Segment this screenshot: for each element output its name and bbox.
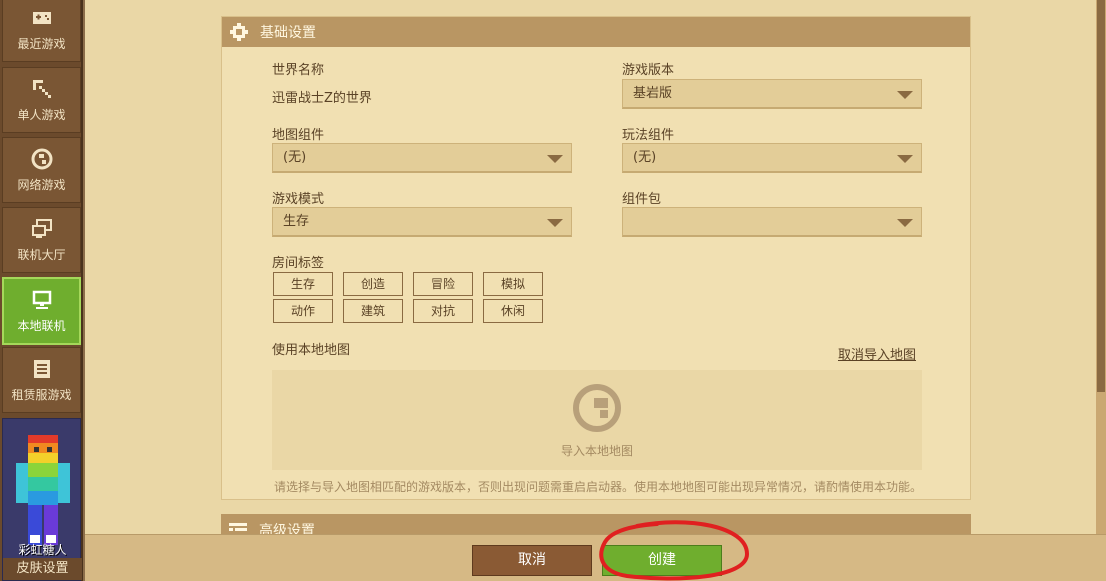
chevron-down-icon — [547, 155, 563, 163]
game-mode-value: 生存 — [283, 214, 310, 229]
sidebar-item-label: 租赁服游戏 — [11, 387, 72, 402]
game-version-value: 基岩版 — [633, 86, 673, 101]
annotation-circle — [599, 520, 750, 581]
import-local-map-dropzone[interactable]: 导入本地地图 — [272, 370, 922, 470]
room-tag[interactable]: 动作 — [273, 299, 333, 323]
scrollbar[interactable] — [1096, 0, 1106, 534]
gear-icon — [230, 23, 248, 41]
world-name-value[interactable]: 迅雷战士Z的世界 — [272, 87, 372, 106]
monitors-icon — [31, 218, 53, 240]
sidebar-item-lobby[interactable]: 联机大厅 — [2, 207, 81, 273]
gameplay-component-value: (无) — [633, 150, 657, 165]
main-content: 基础设置 世界名称 迅雷战士Z的世界 游戏版本 基岩版 地图组件 (无) 玩法组… — [85, 0, 1106, 534]
gameplay-component-label: 玩法组件 — [622, 128, 675, 143]
basic-settings-title: 基础设置 — [260, 25, 316, 41]
sidebar-item-label: 联机大厅 — [17, 247, 66, 262]
skin-avatar-image — [16, 435, 70, 545]
sidebar-item-label: 本地联机 — [17, 318, 66, 333]
room-tag[interactable]: 模拟 — [483, 272, 543, 296]
cancel-button[interactable]: 取消 — [472, 545, 592, 576]
basic-settings-panel: 基础设置 世界名称 迅雷战士Z的世界 游戏版本 基岩版 地图组件 (无) 玩法组… — [221, 16, 971, 500]
pickaxe-icon — [31, 78, 53, 100]
game-mode-select[interactable]: 生存 — [272, 207, 572, 237]
map-notice: 请选择与导入地图相匹配的游戏版本，否则出现问题需重启启动器。使用本地地图可能出现… — [274, 480, 923, 494]
room-tags-label: 房间标签 — [272, 256, 325, 271]
footer-bar: 取消 创建 — [85, 534, 1106, 581]
room-tag[interactable]: 冒险 — [413, 272, 473, 296]
room-tag[interactable]: 建筑 — [343, 299, 403, 323]
component-pack-label: 组件包 — [622, 192, 662, 207]
room-tag[interactable]: 创造 — [343, 272, 403, 296]
sidebar-item-label: 单人游戏 — [17, 107, 66, 122]
skin-settings-button[interactable]: 皮肤设置 — [3, 558, 82, 580]
globe-icon — [31, 148, 53, 170]
cancel-import-map-link[interactable]: 取消导入地图 — [838, 344, 916, 363]
import-map-label: 导入本地地图 — [560, 444, 633, 458]
game-version-label: 游戏版本 — [622, 63, 675, 78]
room-tag[interactable]: 休闲 — [483, 299, 543, 323]
game-version-select[interactable]: 基岩版 — [622, 79, 922, 109]
skin-name: 彩虹糖人 — [18, 543, 67, 557]
scrollbar-thumb[interactable] — [1097, 0, 1105, 392]
basic-settings-header: 基础设置 — [222, 17, 970, 47]
map-component-select[interactable]: (无) — [272, 143, 572, 173]
chevron-down-icon — [547, 219, 563, 227]
sidebar-item-online-games[interactable]: 网络游戏 — [2, 137, 81, 203]
monitor-icon — [31, 289, 53, 311]
room-tag[interactable]: 对抗 — [413, 299, 473, 323]
sidebar: 最近游戏 单人游戏 网络游戏 联机大厅 本地联机 租赁服游戏 彩虹糖人 皮肤设置 — [0, 0, 83, 581]
gameplay-component-select[interactable]: (无) — [622, 143, 922, 173]
advanced-settings-header: 高级设置 — [229, 520, 315, 534]
room-tag[interactable]: 生存 — [273, 272, 333, 296]
map-component-label: 地图组件 — [272, 128, 325, 143]
game-mode-label: 游戏模式 — [272, 192, 325, 207]
map-component-value: (无) — [283, 150, 307, 165]
skin-preview[interactable]: 彩虹糖人 皮肤设置 — [2, 418, 82, 581]
sidebar-item-local-multiplayer[interactable]: 本地联机 — [2, 277, 81, 345]
advanced-settings-panel[interactable]: 高级设置 — [221, 514, 971, 534]
sidebar-item-recent-games[interactable]: 最近游戏 — [2, 0, 81, 62]
chevron-down-icon — [897, 155, 913, 163]
sidebar-item-label: 最近游戏 — [17, 36, 66, 51]
local-map-label: 使用本地地图 — [272, 343, 351, 358]
sidebar-item-single-player[interactable]: 单人游戏 — [2, 67, 81, 133]
import-map-icon — [573, 384, 621, 432]
world-name-label: 世界名称 — [272, 63, 325, 78]
component-pack-select[interactable] — [622, 207, 922, 237]
server-list-icon — [31, 358, 53, 380]
list-icon — [229, 523, 247, 531]
gamepad-icon — [31, 7, 53, 29]
chevron-down-icon — [897, 219, 913, 227]
sidebar-item-label: 网络游戏 — [17, 177, 66, 192]
advanced-settings-title: 高级设置 — [259, 523, 315, 534]
chevron-down-icon — [897, 91, 913, 99]
sidebar-item-rental-server[interactable]: 租赁服游戏 — [2, 347, 81, 413]
